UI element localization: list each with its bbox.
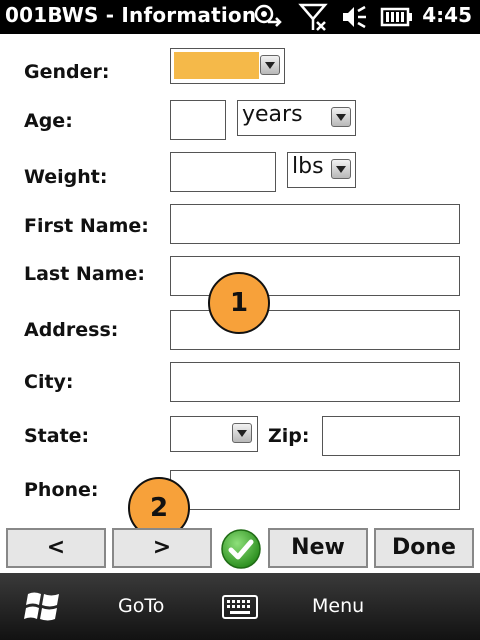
city-input[interactable] — [170, 362, 460, 402]
weight-unit-select[interactable]: lbs — [287, 152, 356, 188]
windows-start-icon[interactable] — [24, 589, 62, 623]
previous-button[interactable]: < — [6, 528, 106, 568]
app-title: 001BWS - Information — [5, 3, 257, 27]
gender-label: Gender: — [24, 61, 110, 83]
first-name-input[interactable] — [170, 204, 460, 244]
city-label: City: — [24, 371, 74, 393]
zip-input[interactable] — [322, 416, 460, 456]
age-input[interactable] — [170, 100, 226, 140]
weight-label: Weight: — [24, 166, 108, 188]
state-select[interactable] — [170, 416, 258, 452]
title-bar: 001BWS - Information 4:45 — [0, 0, 480, 34]
age-unit-value: years — [242, 102, 303, 127]
phone-label: Phone: — [24, 479, 99, 501]
gender-selected-highlight — [174, 52, 259, 79]
done-button[interactable]: Done — [374, 528, 474, 568]
age-unit-select[interactable]: years — [237, 100, 356, 136]
weight-unit-dropdown-icon[interactable] — [331, 159, 351, 179]
menu-softkey[interactable]: Menu — [312, 595, 364, 617]
clock: 4:45 — [422, 3, 472, 27]
new-button[interactable]: New — [268, 528, 368, 568]
first-name-label: First Name: — [24, 215, 149, 237]
weight-unit-value: lbs — [292, 154, 324, 179]
state-label: State: — [24, 425, 90, 447]
speaker-icon — [343, 5, 366, 29]
weight-input[interactable] — [170, 152, 276, 192]
callout-1: 1 — [208, 272, 270, 334]
battery-icon — [380, 7, 412, 27]
gender-select[interactable] — [170, 48, 285, 84]
phone-input[interactable] — [170, 470, 460, 510]
state-dropdown-icon[interactable] — [232, 423, 252, 443]
checkmark-ok-icon[interactable] — [220, 528, 262, 570]
last-name-label: Last Name: — [24, 263, 145, 285]
goto-softkey[interactable]: GoTo — [118, 595, 164, 617]
zip-label: Zip: — [268, 425, 310, 447]
soft-key-bar: GoTo Menu — [0, 573, 480, 640]
keyboard-icon[interactable] — [222, 595, 258, 619]
signal-off-icon — [298, 3, 328, 31]
sync-icon — [254, 4, 282, 27]
age-label: Age: — [24, 110, 73, 132]
next-button[interactable]: > — [112, 528, 212, 568]
address-label: Address: — [24, 319, 119, 341]
gender-dropdown-icon[interactable] — [260, 55, 280, 75]
age-unit-dropdown-icon[interactable] — [331, 107, 351, 127]
